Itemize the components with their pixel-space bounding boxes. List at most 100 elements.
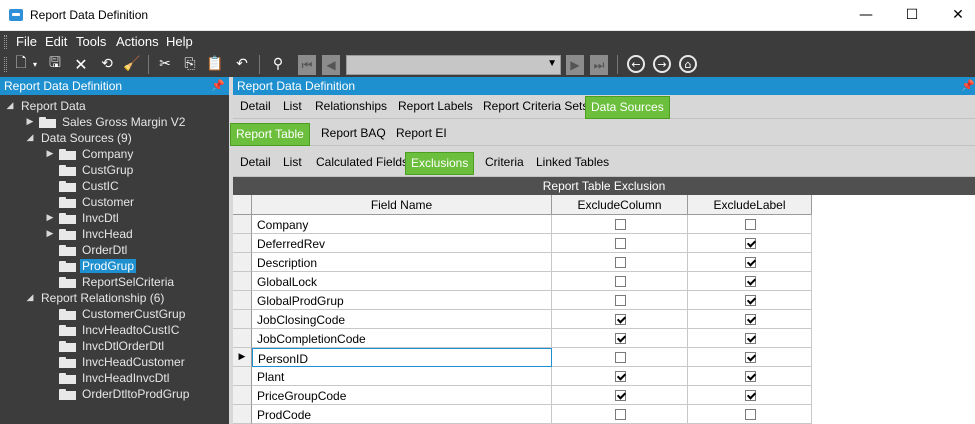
tab-list[interactable]: List — [283, 155, 302, 173]
home-icon[interactable]: ⌂ — [679, 55, 697, 73]
field-name-cell[interactable]: PriceGroupCode — [252, 386, 552, 405]
row-selector[interactable] — [233, 367, 252, 386]
record-combo[interactable]: ▼ — [346, 55, 561, 75]
tree-node[interactable]: ▶ InvcHead — [0, 226, 229, 242]
tree-node[interactable]: ProdGrup — [0, 258, 229, 274]
collapse-arrow-icon[interactable]: ◢ — [25, 293, 35, 303]
new-icon[interactable]: 🗋 — [11, 54, 31, 74]
field-name-cell[interactable]: PersonID — [252, 348, 552, 367]
minimize-button[interactable]: — — [843, 0, 889, 30]
field-name-cell[interactable]: JobClosingCode — [252, 310, 552, 329]
row-selector[interactable] — [233, 272, 252, 291]
column-header-exclude-label[interactable]: ExcludeLabel — [688, 195, 812, 215]
pin-icon[interactable]: 📌 — [211, 79, 225, 92]
delete-icon[interactable]: ✕ — [71, 54, 91, 74]
tree-node[interactable]: CustomerCustGrup — [0, 306, 229, 322]
exclude-label-checkbox[interactable] — [744, 390, 756, 401]
collapse-arrow-icon[interactable]: ◢ — [25, 133, 35, 143]
tab-criteria[interactable]: Criteria — [485, 155, 524, 173]
current-row-indicator-icon[interactable]: ▶ — [233, 348, 252, 367]
tree-node[interactable]: ◢ Data Sources (9) — [0, 130, 229, 146]
row-selector[interactable] — [233, 329, 252, 348]
exclude-column-checkbox[interactable] — [614, 219, 626, 230]
exclude-column-checkbox[interactable] — [614, 276, 626, 287]
exclude-label-checkbox[interactable] — [744, 219, 756, 230]
new-dropdown-icon[interactable]: ▾ — [30, 54, 40, 74]
tab-calculated-fields[interactable]: Calculated Fields — [316, 155, 408, 173]
field-name-cell[interactable]: GlobalLock — [252, 272, 552, 291]
row-selector[interactable] — [233, 310, 252, 329]
field-name-cell[interactable]: GlobalProdGrup — [252, 291, 552, 310]
tree-node[interactable]: InvcHeadCustomer — [0, 354, 229, 370]
next-record-icon[interactable]: ▶ — [566, 55, 584, 75]
expand-arrow-icon[interactable]: ▶ — [45, 149, 55, 159]
tab-report-table[interactable]: Report Table — [230, 123, 310, 146]
menu-edit[interactable]: Edit — [45, 34, 67, 49]
tab-report-labels[interactable]: Report Labels — [398, 99, 473, 117]
maximize-button[interactable]: ☐ — [889, 0, 935, 30]
table-row[interactable]: JobClosingCode — [233, 310, 812, 329]
row-selector[interactable] — [233, 215, 252, 234]
tab-report-ei[interactable]: Report EI — [396, 126, 447, 144]
column-header-exclude-column[interactable]: ExcludeColumn — [552, 195, 688, 215]
exclude-column-checkbox[interactable] — [614, 409, 626, 420]
tab-data-sources[interactable]: Data Sources — [585, 96, 670, 119]
tab-detail[interactable]: Detail — [240, 155, 271, 173]
row-selector[interactable] — [233, 386, 252, 405]
exclude-column-checkbox[interactable] — [614, 352, 626, 363]
tab-detail[interactable]: Detail — [240, 99, 271, 117]
tree-node[interactable]: ◢ Report Data — [0, 98, 229, 114]
tree-node[interactable]: ◢ Report Relationship (6) — [0, 290, 229, 306]
exclude-column-checkbox[interactable] — [614, 238, 626, 249]
cut-icon[interactable]: ✂ — [155, 54, 175, 74]
tab-relationships[interactable]: Relationships — [315, 99, 387, 117]
exclude-label-checkbox[interactable] — [744, 295, 756, 306]
menu-file[interactable]: File — [16, 34, 37, 49]
tab-report-baq[interactable]: Report BAQ — [321, 126, 386, 144]
exclude-label-checkbox[interactable] — [744, 333, 756, 344]
tree-node[interactable]: IncvHeadtoCustIC — [0, 322, 229, 338]
exclude-label-checkbox[interactable] — [744, 257, 756, 268]
collapse-arrow-icon[interactable]: ◢ — [5, 101, 15, 111]
previous-record-icon[interactable]: ◀ — [322, 55, 340, 75]
copy-icon[interactable]: ⎘ — [180, 54, 200, 74]
undo-icon[interactable]: ↶ — [232, 54, 252, 74]
tab-exclusions[interactable]: Exclusions — [405, 152, 475, 175]
expand-arrow-icon[interactable]: ▶ — [45, 213, 55, 223]
exclude-column-checkbox[interactable] — [614, 333, 626, 344]
field-name-cell[interactable]: Description — [252, 253, 552, 272]
menu-tools[interactable]: Tools — [76, 34, 106, 49]
exclude-label-checkbox[interactable] — [744, 352, 756, 363]
last-record-icon[interactable]: ⏭ — [590, 55, 608, 75]
table-row[interactable]: GlobalProdGrup — [233, 291, 812, 310]
tree-node[interactable]: Customer — [0, 194, 229, 210]
back-icon[interactable]: ← — [627, 55, 645, 73]
field-name-cell[interactable]: ProdCode — [252, 405, 552, 424]
tree-node[interactable]: ReportSelCriteria — [0, 274, 229, 290]
table-row[interactable]: ▶ PersonID — [233, 348, 812, 367]
exclude-column-checkbox[interactable] — [614, 314, 626, 325]
table-row[interactable]: JobCompletionCode — [233, 329, 812, 348]
menu-actions[interactable]: Actions — [116, 34, 159, 49]
binoculars-icon[interactable]: ⚲ — [268, 54, 288, 74]
exclude-label-checkbox[interactable] — [744, 238, 756, 249]
pin-icon[interactable]: 📌 — [961, 79, 975, 92]
forward-icon[interactable]: → — [653, 55, 671, 73]
column-header-field-name[interactable]: Field Name — [252, 195, 552, 215]
expand-arrow-icon[interactable]: ▶ — [45, 229, 55, 239]
tree-node[interactable]: InvcDtlOrderDtl — [0, 338, 229, 354]
table-row[interactable]: DeferredRev — [233, 234, 812, 253]
tab-report-criteria-sets[interactable]: Report Criteria Sets — [483, 99, 588, 117]
save-icon[interactable]: 🖫 — [45, 54, 65, 74]
exclude-column-checkbox[interactable] — [614, 371, 626, 382]
tree-node[interactable]: OrderDtltoProdGrup — [0, 386, 229, 402]
close-button[interactable]: ✕ — [935, 0, 975, 30]
tree-node[interactable]: ▶ InvcDtl — [0, 210, 229, 226]
field-name-cell[interactable]: Company — [252, 215, 552, 234]
field-name-cell[interactable]: DeferredRev — [252, 234, 552, 253]
exclude-label-checkbox[interactable] — [744, 371, 756, 382]
tree-node[interactable]: ▶ Company — [0, 146, 229, 162]
clear-icon[interactable]: 🧹 — [122, 54, 142, 74]
tab-list[interactable]: List — [283, 99, 302, 117]
table-row[interactable]: GlobalLock — [233, 272, 812, 291]
